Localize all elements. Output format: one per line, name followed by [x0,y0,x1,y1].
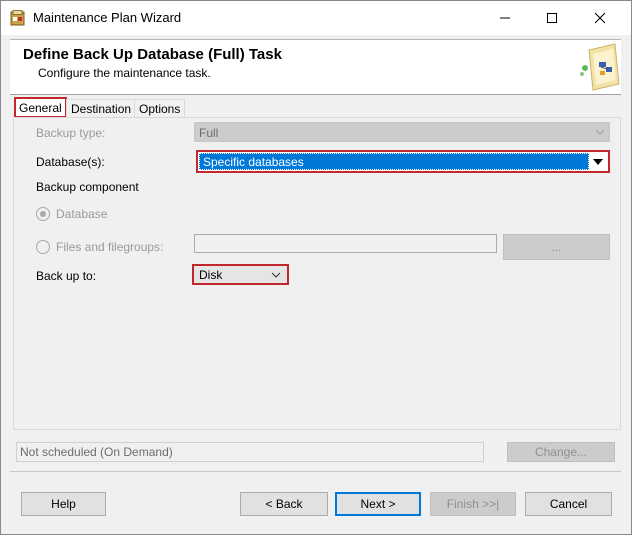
footer-divider [10,471,621,472]
databases-label: Database(s): [36,155,105,169]
help-button[interactable]: Help [21,492,106,516]
back-up-to-label: Back up to: [36,269,97,283]
page-title: Define Back Up Database (Full) Task [23,46,282,63]
databases-value: Specific databases [199,153,589,170]
backup-type-value: Full [199,126,219,140]
files-filegroups-input[interactable] [194,234,497,253]
app-icon [10,10,25,26]
schedule-status: Not scheduled (On Demand) [16,442,484,462]
tab-options[interactable]: Options [134,99,186,118]
radio-database[interactable] [36,207,50,221]
tab-destination[interactable]: Destination [66,99,137,118]
databases-select[interactable]: Specific databases [196,150,610,173]
change-schedule-button[interactable]: Change... [507,442,615,462]
dropdown-arrow-icon [593,158,603,165]
backup-component-label: Backup component [36,180,139,194]
window-title: Maintenance Plan Wizard [33,10,182,25]
maximize-icon [547,13,557,23]
radio-selected-dot [40,211,46,217]
wizard-graphic-icon [580,43,620,91]
back-up-to-value: Disk [199,268,223,282]
page-subtitle: Configure the maintenance task. [38,66,211,80]
cancel-button[interactable]: Cancel [525,492,612,516]
wizard-header: Define Back Up Database (Full) Task Conf… [10,39,621,94]
back-up-to-select[interactable]: Disk [192,264,289,285]
databases-dropdown-button[interactable] [589,153,607,170]
minimize-icon [500,17,510,19]
tab-general[interactable]: General [14,97,67,118]
header-divider [10,94,621,95]
maximize-button[interactable] [529,1,575,35]
radio-database-label: Database [56,207,108,221]
backup-type-select[interactable]: Full [194,122,610,142]
wizard-window: Maintenance Plan Wizard Define Back Up D… [0,0,632,535]
finish-button[interactable]: Finish >>| [430,492,516,516]
radio-files-label: Files and filegroups: [56,240,164,254]
back-button[interactable]: < Back [240,492,328,516]
next-button[interactable]: Next > [335,492,421,516]
chevron-down-icon [595,129,605,135]
chevron-down-icon [271,272,281,278]
minimize-button[interactable] [482,1,528,35]
title-bar: Maintenance Plan Wizard [1,1,631,35]
close-button[interactable] [577,1,623,35]
browse-button[interactable]: ... [503,234,610,260]
backup-type-label: Backup type: [36,126,106,140]
close-icon [594,12,606,24]
radio-files-filegroups[interactable] [36,240,50,254]
